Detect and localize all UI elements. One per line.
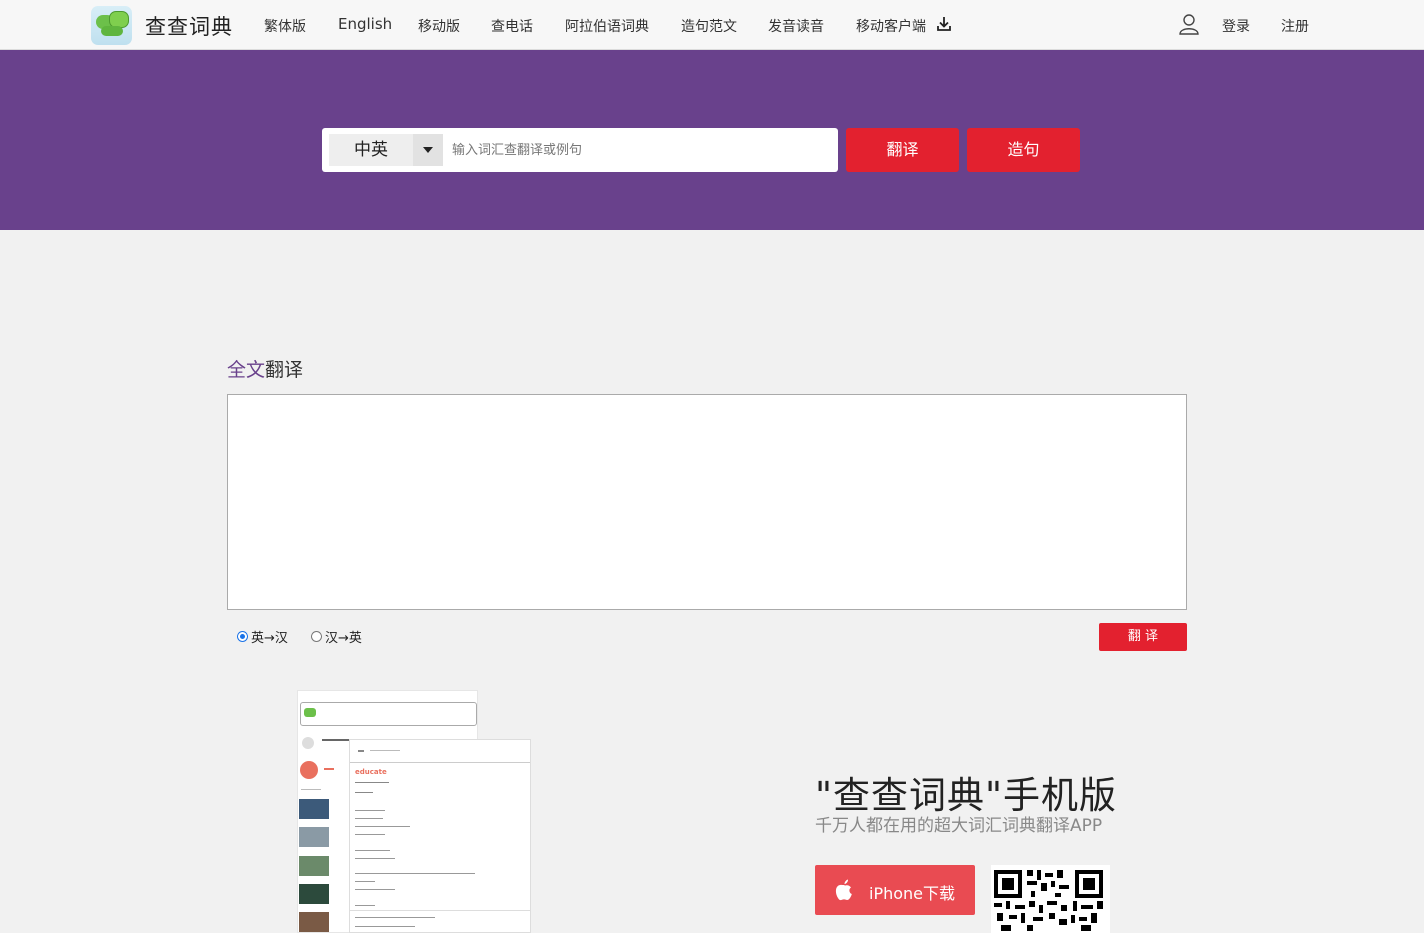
nav-traditional[interactable]: 繁体版 xyxy=(264,16,306,36)
qr-code-icon xyxy=(991,865,1110,933)
preview-word: educate xyxy=(355,768,387,776)
iphone-download-button[interactable]: iPhone下载 xyxy=(815,865,975,915)
nav-mobile[interactable]: 移动版 xyxy=(418,16,460,36)
download-icon[interactable] xyxy=(936,16,952,32)
chevron-down-icon[interactable] xyxy=(413,134,443,166)
option-zh-to-en-label: 汉→英 xyxy=(325,631,362,646)
make-sentence-button[interactable]: 造句 xyxy=(967,128,1080,172)
iphone-download-label: iPhone下载 xyxy=(869,884,956,903)
language-select[interactable]: 中英 xyxy=(329,134,413,166)
brand-name[interactable]: 查查词典 xyxy=(145,11,233,41)
fulltext-title-highlight: 全文 xyxy=(227,359,266,381)
fulltext-translate-button[interactable]: 翻 译 xyxy=(1099,623,1187,651)
fulltext-title-rest: 翻译 xyxy=(265,359,304,381)
chachaci-logo-icon[interactable] xyxy=(91,6,132,45)
option-zh-to-en[interactable]: 汉→英 xyxy=(311,627,362,646)
user-icon[interactable] xyxy=(1178,13,1200,35)
register-link[interactable]: 注册 xyxy=(1281,16,1309,36)
fulltext-input[interactable] xyxy=(227,394,1187,610)
option-en-to-zh[interactable]: 英→汉 xyxy=(237,627,288,646)
nav-phone-lookup[interactable]: 查电话 xyxy=(491,16,533,36)
nav-mobile-client[interactable]: 移动客户端 xyxy=(856,16,926,36)
nav-arabic-dictionary[interactable]: 阿拉伯语词典 xyxy=(565,16,649,36)
top-navigation-bar: 查查词典 繁体版 English 移动版 查电话 阿拉伯语词典 造句范文 发音读… xyxy=(0,0,1424,50)
nav-sentence-examples[interactable]: 造句范文 xyxy=(681,16,737,36)
login-link[interactable]: 登录 xyxy=(1222,16,1250,36)
app-promo-subtitle: 千万人都在用的超大词汇词典翻译APP xyxy=(815,816,1103,836)
apple-icon xyxy=(835,879,852,901)
fulltext-title: 全文翻译 xyxy=(227,355,303,382)
search-input[interactable] xyxy=(446,134,832,166)
radio-unchecked-icon[interactable] xyxy=(311,631,322,642)
nav-english[interactable]: English xyxy=(338,15,392,33)
option-en-to-zh-label: 英→汉 xyxy=(251,631,288,646)
radio-checked-icon[interactable] xyxy=(237,631,248,642)
nav-pronunciation[interactable]: 发音读音 xyxy=(768,16,824,36)
app-screenshot-word: educate xyxy=(349,739,531,933)
translate-button[interactable]: 翻译 xyxy=(846,128,959,172)
